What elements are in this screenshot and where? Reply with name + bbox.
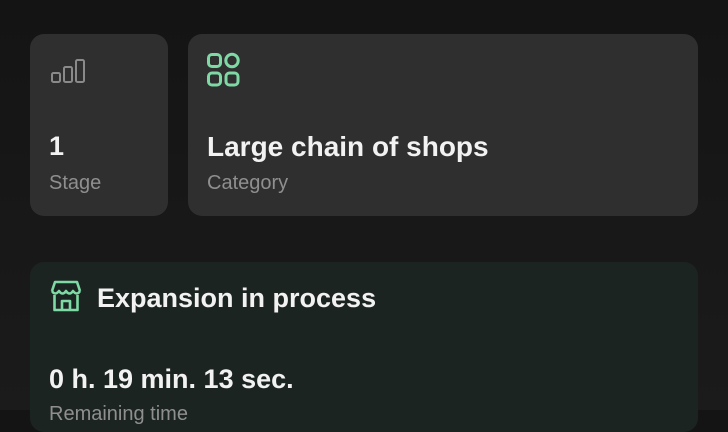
signal-bars-icon bbox=[50, 58, 88, 91]
remaining-time-label: Remaining time bbox=[49, 403, 188, 425]
stage-value: 1 bbox=[49, 131, 65, 161]
category-label: Category bbox=[207, 172, 289, 194]
stage-label: Stage bbox=[49, 172, 102, 194]
stage-card: 1 Stage bbox=[30, 34, 168, 216]
grid-apps-icon bbox=[206, 52, 242, 93]
expansion-card: Expansion in process 0 h. 19 min. 13 sec… bbox=[30, 262, 698, 432]
category-card: Large chain of shops Category bbox=[188, 34, 698, 216]
expansion-title: Expansion in process bbox=[97, 283, 377, 313]
storefront-icon bbox=[48, 278, 84, 319]
category-value: Large chain of shops bbox=[207, 131, 489, 162]
remaining-time-value: 0 h. 19 min. 13 sec. bbox=[49, 364, 294, 394]
